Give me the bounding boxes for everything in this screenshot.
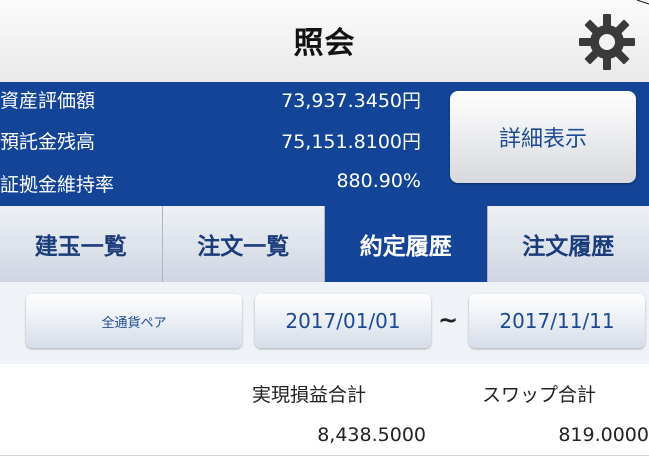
date-from-selector[interactable]: 2017/01/01 [255,294,431,348]
date-to-selector[interactable]: 2017/11/11 [469,294,645,348]
currency-pair-selector[interactable]: 全通貨ペア [26,294,242,348]
filter-row: 全通貨ペア 2017/01/01 ~ 2017/11/11 [0,282,649,365]
account-summary-panel: 資産評価額 73,937.3450円 預託金残高 75,151.8100円 証拠… [0,82,649,206]
tab-bar: 建玉一覧 注文一覧 約定履歴 注文履歴 [0,206,649,283]
detail-view-button[interactable]: 詳細表示 [450,91,636,183]
realized-pnl-total-value: 8,438.5000 [317,424,426,446]
swap-total-value: 819.0000 [558,424,649,446]
date-range-separator: ~ [438,306,459,334]
deposit-balance-label: 預託金残高 [0,131,96,153]
profit-summary: 実現損益合計 スワップ合計 8,438.5000 819.0000 [0,364,649,459]
nav-header: 照会 [0,0,649,83]
tab-execution-history[interactable]: 約定履歴 [325,206,488,282]
asset-valuation-label: 資産評価額 [0,90,96,112]
swap-total-header: スワップ合計 [482,384,597,406]
realized-pnl-total-header: 実現損益合計 [252,384,367,406]
tab-positions[interactable]: 建玉一覧 [0,206,163,282]
page-title: 照会 [293,26,356,61]
tab-order-history[interactable]: 注文履歴 [487,206,649,282]
status-mark-icon [636,0,649,5]
margin-ratio-value: 880.90% [336,170,421,192]
margin-ratio-label: 証拠金維持率 [0,174,115,196]
deposit-balance-value: 75,151.8100円 [281,131,421,153]
gear-icon[interactable] [575,10,639,74]
tab-orders[interactable]: 注文一覧 [162,206,325,282]
asset-valuation-value: 73,937.3450円 [281,90,421,112]
row-divider [0,455,649,456]
